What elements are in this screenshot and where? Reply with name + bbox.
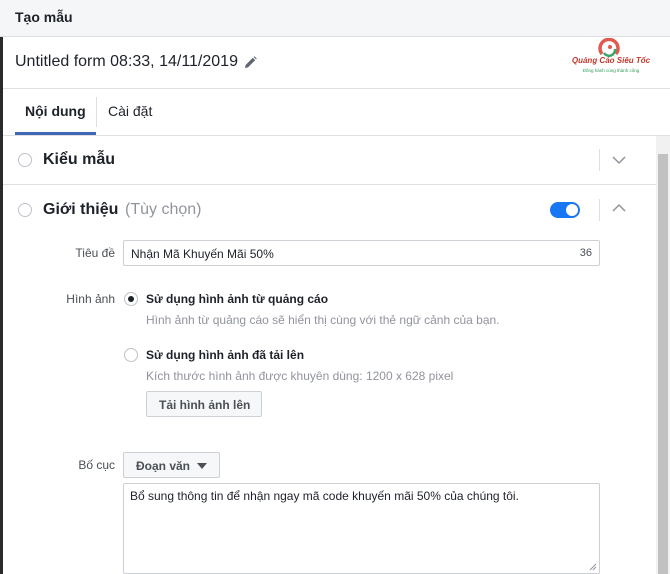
form-title-bar: Untitled form 08:33, 14/11/2019 Quảng Cá… — [3, 37, 670, 89]
header-divider — [599, 199, 600, 221]
layout-textarea[interactable]: Bổ sung thông tin để nhận ngay mã code k… — [123, 483, 600, 574]
form-title[interactable]: Untitled form 08:33, 14/11/2019 — [15, 53, 238, 71]
content-panel: Kiểu mẫu Giới thiệu (Tùy chọn) Tiêu đề N… — [3, 136, 656, 574]
layout-label: Bố cục — [78, 458, 115, 472]
image-label: Hình ảnh — [66, 292, 115, 306]
image-option-ad-desc: Hình ảnh từ quảng cáo sẽ hiển thị cùng v… — [146, 313, 500, 327]
image-option-upload-desc: Kích thước hình ảnh được khuyên dùng: 12… — [146, 369, 454, 383]
logo-brand-text: Quảng Cáo Siêu Tốc — [571, 56, 651, 65]
layout-select[interactable]: Đoạn văn — [123, 452, 220, 478]
chevron-up-icon[interactable] — [612, 201, 626, 215]
section-intro-toggle[interactable] — [550, 202, 580, 218]
logo-mark-icon — [598, 38, 620, 57]
section-template-header[interactable]: Kiểu mẫu — [3, 136, 656, 185]
image-option-ad-title[interactable]: Sử dụng hình ảnh từ quảng cáo — [146, 292, 328, 306]
active-tab-indicator — [15, 132, 96, 135]
headline-label: Tiêu đề — [75, 246, 115, 260]
headline-value: Nhận Mã Khuyến Mãi 50% — [131, 247, 274, 261]
layout-text-value: Bổ sung thông tin để nhận ngay mã code k… — [130, 489, 519, 503]
tab-settings[interactable]: Cài đặt — [108, 103, 152, 119]
dialog-header: Tạo mẫu — [0, 0, 670, 37]
tab-content[interactable]: Nội dung — [25, 103, 86, 119]
section-intro-title: Giới thiệu — [43, 201, 119, 218]
image-option-upload-radio[interactable] — [124, 348, 138, 362]
panel-scrollbar[interactable] — [656, 136, 670, 574]
headline-char-count: 36 — [579, 247, 592, 259]
section-intro-radio[interactable] — [18, 203, 32, 217]
section-template-radio[interactable] — [18, 153, 32, 167]
scrollbar-thumb[interactable] — [658, 154, 668, 574]
upload-image-button[interactable]: Tải hình ảnh lên — [146, 391, 262, 417]
upload-image-button-label: Tải hình ảnh lên — [159, 398, 251, 412]
section-template-title: Kiểu mẫu — [43, 151, 116, 168]
headline-input[interactable]: Nhận Mã Khuyến Mãi 50% 36 — [123, 240, 600, 266]
tab-divider — [96, 97, 97, 127]
header-divider — [599, 149, 600, 171]
image-option-upload-title[interactable]: Sử dụng hình ảnh đã tải lên — [146, 348, 304, 362]
section-intro-optional: (Tùy chọn) — [125, 201, 202, 218]
layout-select-value: Đoạn văn — [136, 459, 191, 473]
tab-bar: Nội dung Cài đặt — [3, 89, 670, 136]
caret-down-icon — [197, 463, 207, 469]
pencil-icon[interactable] — [244, 56, 257, 69]
image-option-ad-radio[interactable] — [124, 292, 138, 306]
resize-handle-icon[interactable] — [589, 563, 597, 571]
chevron-down-icon[interactable] — [612, 153, 626, 167]
dialog-title: Tạo mẫu — [15, 9, 73, 25]
logo-slogan-text: Đồng hành cùng thành công — [582, 68, 640, 73]
brand-logo: Quảng Cáo Siêu Tốc Đồng hành cùng thành … — [555, 38, 665, 87]
